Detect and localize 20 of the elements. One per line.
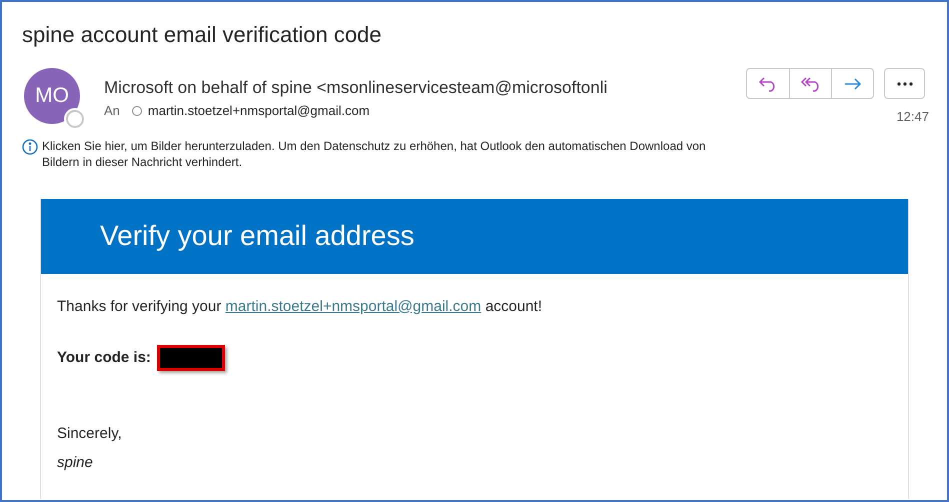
closing-text: Sincerely, (57, 424, 123, 444)
info-icon (22, 138, 38, 154)
code-label: Your code is: (57, 348, 151, 368)
presence-icon (66, 110, 84, 128)
email-subject: spine account email verification code (22, 21, 382, 49)
reply-all-icon (800, 76, 822, 92)
to-label: An (104, 102, 120, 120)
more-icon (896, 82, 912, 86)
blocked-images-notice[interactable]: Klicken Sie hier, um Bilder herunterzuladen. Um den Datenschutz zu erhöhen, hat Outlook den automatischen Download von Bildern in dieser Nachricht verhindert. (42, 138, 722, 170)
forward-icon (842, 76, 862, 92)
recipient-status-icon (132, 106, 142, 116)
sender-name: Microsoft on behalf of spine <msonlineservicesteam@microsoftonli (104, 77, 608, 99)
received-time: 12:47 (896, 108, 929, 126)
intro-sentence: Thanks for verifying your martin.stoetzel+nmsportal@gmail.com account! (57, 296, 544, 316)
recipient-address: martin.stoetzel+nmsportal@gmail.com (148, 102, 370, 120)
email-link[interactable]: martin.stoetzel+nmsportal@gmail.com (225, 298, 482, 314)
banner-heading: Verify your email address (100, 219, 414, 253)
sender-avatar: MO (24, 68, 80, 124)
redaction-box (156, 345, 225, 371)
signature-text: spine (57, 452, 94, 472)
